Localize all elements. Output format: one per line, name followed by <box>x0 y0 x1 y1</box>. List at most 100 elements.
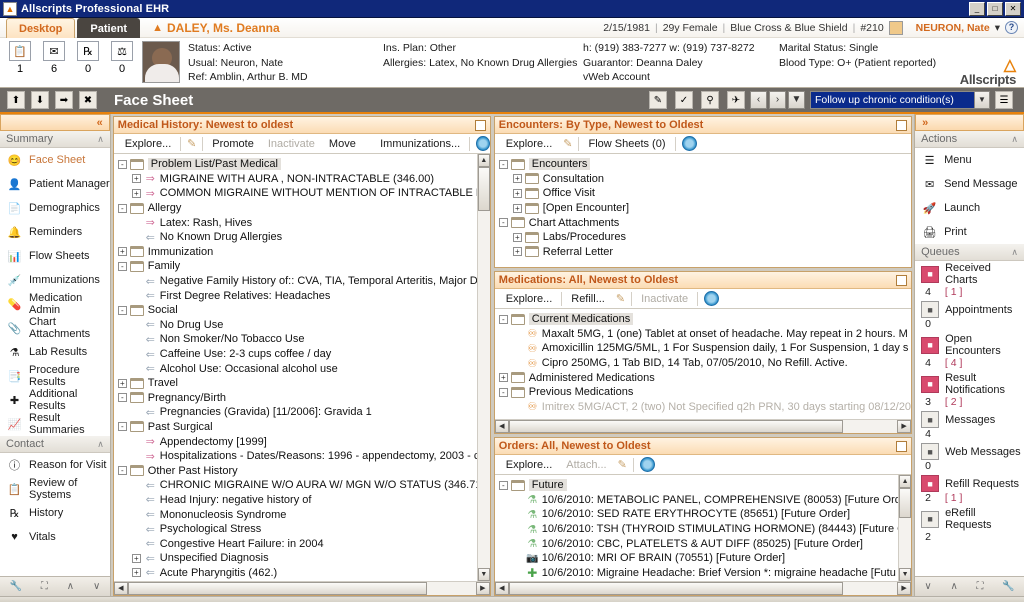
scroll-down-button[interactable]: ▼ <box>899 568 911 581</box>
right-sidebar-collapse-button[interactable]: » <box>915 114 1024 131</box>
help-icon[interactable]: ? <box>1005 21 1018 34</box>
tree-row[interactable]: -Family <box>116 259 490 274</box>
encounters-tree[interactable]: -Encounters+Consultation+Office Visit+[O… <box>495 154 911 259</box>
sidebar-item-procedure-results[interactable]: 📑 Procedure Results <box>0 364 110 388</box>
scroll-left-button[interactable]: ◀ <box>114 582 128 595</box>
tree-row[interactable]: +⚗10/6/2010: CBC, PLATELETS & AUT DIFF (… <box>497 536 911 551</box>
scroll-right-button[interactable]: ▶ <box>897 582 911 595</box>
reason-for-visit-select[interactable]: Follow up chronic condition(s) ▼ <box>810 91 990 109</box>
scroll-thumb[interactable] <box>899 488 911 518</box>
tree-toggle[interactable]: + <box>513 189 522 198</box>
tree-row[interactable]: +Office Visit <box>497 186 911 201</box>
scroll-track[interactable] <box>509 582 897 595</box>
sidebar-item-immunizations[interactable]: 💉 Immunizations <box>0 268 110 292</box>
action-item-print[interactable]: 🖨 Print <box>915 220 1024 244</box>
gear-icon[interactable] <box>476 136 490 151</box>
tab-desktop[interactable]: Desktop <box>6 18 75 38</box>
tree-row[interactable]: +⇐Negative Family History of:: CVA, TIA,… <box>116 274 490 289</box>
expand-icon[interactable]: ⛶ <box>41 581 48 592</box>
queue-item[interactable]: ■Web Messages0 <box>915 442 1024 474</box>
scroll-right-button[interactable]: ▶ <box>476 582 490 595</box>
sidebar-section-queues[interactable]: Queues ∧ <box>915 244 1024 261</box>
tree-row[interactable]: +📷10/6/2010: MRI OF BRAIN (70551) [Futur… <box>497 551 911 566</box>
queue-item[interactable]: ■Open Encounters4[ 4 ] <box>915 332 1024 371</box>
scroll-left-button[interactable]: ◀ <box>495 420 509 433</box>
tree-toggle[interactable]: + <box>513 233 522 242</box>
search-icon[interactable]: ⚲ <box>701 91 719 109</box>
tree-row[interactable]: +⚗10/6/2010: METABOLIC PANEL, COMPREHENS… <box>497 493 911 508</box>
action-item-menu[interactable]: ☰ Menu <box>915 148 1024 172</box>
tree-row[interactable]: +Referral Letter <box>497 245 911 260</box>
chevron-up-icon[interactable]: ∧ <box>97 439 104 450</box>
sidebar-item-demographics[interactable]: 📄 Demographics <box>0 196 110 220</box>
tree-row[interactable]: -Problem List/Past Medical <box>116 157 490 172</box>
tree-toggle[interactable]: - <box>118 262 127 271</box>
tree-toggle[interactable]: + <box>499 373 508 382</box>
explore-button[interactable]: Explore... <box>499 456 559 474</box>
tree-toggle[interactable]: - <box>118 393 127 402</box>
tree-toggle[interactable]: + <box>513 174 522 183</box>
current-user-label[interactable]: NEURON, Nate <box>916 22 990 34</box>
scroll-track[interactable] <box>899 488 911 568</box>
forward-chart-icon[interactable]: ➡ <box>55 91 73 109</box>
counter-messages[interactable]: ✉ 6 <box>42 41 66 87</box>
sidebar-item-reminders[interactable]: 🔔 Reminders <box>0 220 110 244</box>
scroll-down-icon[interactable]: ∨ <box>93 581 100 592</box>
queue-item[interactable]: ■Result Notifications3[ 2 ] <box>915 371 1024 410</box>
sidebar-item-lab-results[interactable]: ⚗ Lab Results <box>0 340 110 364</box>
sidebar-item-face-sheet[interactable]: 😊 Face Sheet <box>0 148 110 172</box>
tree-row[interactable]: +⇒Appendectomy [1999] <box>116 434 490 449</box>
tree-toggle[interactable]: + <box>132 554 141 563</box>
horizontal-scrollbar[interactable]: ◀ ▶ <box>495 419 911 433</box>
verify-icon[interactable]: ✓ <box>675 91 693 109</box>
list-view-icon[interactable]: ☰ <box>995 91 1013 109</box>
queue-item[interactable]: ■eRefill Requests2 <box>915 506 1024 545</box>
sidebar-item-vitals[interactable]: ♥ Vitals <box>0 525 110 549</box>
scroll-down-button[interactable]: ▼ <box>478 568 490 581</box>
sidebar-item-additional-results[interactable]: ✚ Additional Results <box>0 388 110 412</box>
tree-row[interactable]: +⇐Alcohol Use: Occasional alcohol use <box>116 361 490 376</box>
cancel-chart-icon[interactable]: ✖ <box>79 91 97 109</box>
horizontal-scrollbar[interactable]: ◀ ▶ <box>495 581 911 595</box>
flow-sheets-button[interactable]: Flow Sheets (0) <box>581 135 672 153</box>
maximize-button[interactable]: □ <box>987 2 1003 16</box>
sidebar-item-history[interactable]: ℞ History <box>0 501 110 525</box>
sidebar-section-contact[interactable]: Contact ∧ <box>0 436 110 453</box>
tree-row[interactable]: +⇐Head Injury: negative history of <box>116 493 490 508</box>
tree-row[interactable]: +♾Amoxicillin 125MG/5ML, 1 For Suspensio… <box>497 341 911 356</box>
refill-button[interactable]: Refill... <box>564 290 612 308</box>
tree-toggle[interactable]: - <box>118 422 127 431</box>
tree-row[interactable]: +Immunization <box>116 245 490 260</box>
tab-patient[interactable]: Patient <box>77 18 140 38</box>
tree-toggle[interactable]: + <box>513 247 522 256</box>
tree-row[interactable]: +⇐Urinary Tract Infection (599.0) <box>116 580 490 581</box>
tree-row[interactable]: +⇐No Drug Use <box>116 318 490 333</box>
vertical-scrollbar[interactable]: ▲ ▼ <box>898 475 911 581</box>
vertical-scrollbar[interactable]: ▲ ▼ <box>477 154 490 581</box>
sidebar-item-flow-sheets[interactable]: 📊 Flow Sheets <box>0 244 110 268</box>
horizontal-scrollbar[interactable]: ◀ ▶ <box>114 581 490 595</box>
tree-toggle[interactable]: - <box>499 481 508 490</box>
medical-history-tree[interactable]: -Problem List/Past Medical+⇒MIGRAINE WIT… <box>114 154 490 581</box>
action-item-send-message[interactable]: ✉ Send Message <box>915 172 1024 196</box>
queue-item[interactable]: ■Appointments0 <box>915 300 1024 332</box>
tree-row[interactable]: +⇒Hospitalizations - Dates/Reasons: 1996… <box>116 449 490 464</box>
chevron-up-icon[interactable]: ∧ <box>1011 247 1018 258</box>
tree-toggle[interactable]: - <box>118 160 127 169</box>
tree-row[interactable]: -Previous Medications <box>497 385 911 400</box>
tree-row[interactable]: +Travel <box>116 376 490 391</box>
queue-item[interactable]: ■Messages4 <box>915 410 1024 442</box>
tree-toggle[interactable]: - <box>118 306 127 315</box>
tree-row[interactable]: +⇐Mononucleosis Syndrome <box>116 507 490 522</box>
launch-icon[interactable]: ✈ <box>727 91 745 109</box>
tree-toggle[interactable]: + <box>132 568 141 577</box>
tree-row[interactable]: +⇐Non Smoker/No Tobacco Use <box>116 332 490 347</box>
expand-icon[interactable]: ⛶ <box>976 581 983 592</box>
tree-row[interactable]: +⇐No Known Drug Allergies <box>116 230 490 245</box>
tree-toggle[interactable]: + <box>513 204 522 213</box>
tree-row[interactable]: +⇒MIGRAINE WITH AURA , NON-INTRACTABLE (… <box>116 172 490 187</box>
nav-prev-button[interactable]: ‹ <box>750 91 767 109</box>
scroll-down-icon[interactable]: ∨ <box>924 581 931 592</box>
sidebar-item-chart-attachments[interactable]: 📎 Chart Attachments <box>0 316 110 340</box>
tree-row[interactable]: +⇐Unspecified Diagnosis <box>116 551 490 566</box>
